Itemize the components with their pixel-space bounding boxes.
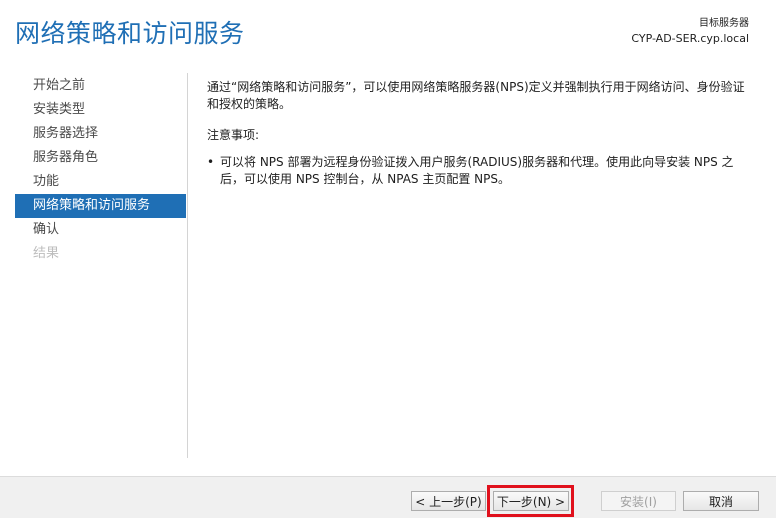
- nav-item-results: 结果: [33, 246, 60, 261]
- target-server-info: 目标服务器 CYP-AD-SER.cyp.local: [631, 16, 749, 46]
- install-button[interactable]: 安装(I): [601, 491, 676, 511]
- note-text: 可以将 NPS 部署为远程身份验证拨入用户服务(RADIUS)服务器和代理。使用…: [220, 155, 734, 186]
- target-server-name: CYP-AD-SER.cyp.local: [631, 32, 749, 45]
- previous-button[interactable]: < 上一步(P): [411, 491, 486, 511]
- nav-item-installation-type[interactable]: 安装类型: [15, 98, 186, 122]
- wizard-step-nav: 开始之前 安装类型 服务器选择 服务器角色 功能 网络策略和访问服务 确认 结果: [15, 74, 186, 266]
- nav-item-features[interactable]: 功能: [15, 170, 186, 194]
- nav-item-npas[interactable]: 网络策略和访问服务: [15, 194, 186, 218]
- nav-item-confirmation[interactable]: 确认: [15, 218, 186, 242]
- wizard-footer: < 上一步(P) 下一步(N) > 安装(I) 取消: [0, 476, 776, 518]
- nav-item-before-you-begin[interactable]: 开始之前: [15, 74, 186, 98]
- target-server-label: 目标服务器: [699, 18, 749, 29]
- nav-item-server-selection[interactable]: 服务器选择: [15, 122, 186, 146]
- cancel-button[interactable]: 取消: [683, 491, 759, 511]
- page-title: 网络策略和访问服务: [15, 19, 245, 48]
- next-button[interactable]: 下一步(N) >: [493, 491, 569, 511]
- note-list-item: • 可以将 NPS 部署为远程身份验证拨入用户服务(RADIUS)服务器和代理。…: [207, 154, 755, 188]
- nav-item-server-roles[interactable]: 服务器角色: [15, 146, 186, 170]
- notes-heading: 注意事项:: [207, 128, 260, 142]
- content-pane: 通过“网络策略和访问服务”，可以使用网络策略服务器(NPS)定义并强制执行用于网…: [207, 79, 755, 188]
- nav-divider: [187, 73, 188, 458]
- intro-text: 通过“网络策略和访问服务”，可以使用网络策略服务器(NPS)定义并强制执行用于网…: [207, 80, 745, 111]
- bullet-icon: •: [207, 155, 215, 169]
